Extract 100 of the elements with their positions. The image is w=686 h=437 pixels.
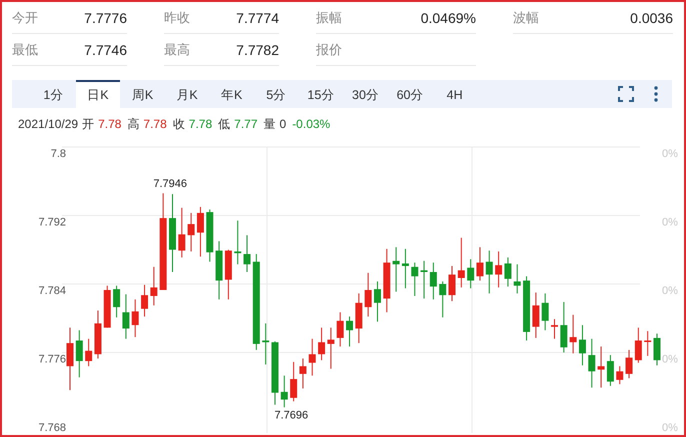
more-icon[interactable] (654, 86, 658, 102)
candle (327, 327, 334, 370)
stat-value: 0.0036 (630, 10, 673, 26)
period-tab[interactable]: 周K (120, 80, 165, 108)
period-tab[interactable]: 1分 (31, 80, 76, 108)
candle (495, 250, 502, 288)
axis-label: 7.784 (38, 285, 66, 297)
period-tab[interactable]: 5分 (254, 80, 299, 108)
candle (76, 330, 83, 378)
candle (570, 314, 577, 354)
candle (355, 292, 362, 344)
candle (644, 330, 652, 356)
candle (290, 361, 298, 402)
candle (514, 264, 521, 294)
candle (411, 262, 418, 296)
candle (532, 292, 540, 338)
period-tab[interactable]: 15分 (298, 80, 344, 108)
period-tab[interactable]: 月K (164, 80, 210, 108)
candle (196, 206, 204, 258)
quote-label: 开 (82, 116, 94, 132)
axis-label: 7.792 (38, 216, 66, 228)
axis-label: 7.776 (38, 354, 66, 366)
candle (336, 312, 344, 347)
price-label: 7.7696 (274, 409, 308, 422)
quote-label: 低 (218, 116, 230, 132)
quote-value: 7.78 (188, 117, 212, 131)
candle (150, 266, 158, 306)
candle (458, 237, 465, 288)
candle (392, 246, 400, 292)
period-tab[interactable]: 日K (76, 80, 120, 108)
candle (132, 298, 139, 338)
candle (588, 338, 596, 388)
candle (234, 220, 242, 265)
candle (439, 280, 446, 318)
candle (476, 246, 484, 282)
candle (104, 285, 111, 328)
candle (606, 354, 614, 386)
candle (634, 327, 642, 364)
candle (578, 324, 586, 366)
candle (141, 284, 148, 318)
stat-value: 0.0469% (420, 10, 476, 26)
quote-label: 量 (264, 116, 276, 132)
period-tab[interactable]: 4H (432, 80, 477, 108)
quote-value: 7.78 (98, 117, 122, 131)
candle (271, 340, 278, 406)
candle (224, 249, 232, 300)
stat-label: 昨收 (164, 9, 190, 27)
candle (598, 346, 605, 388)
candle (66, 327, 74, 391)
candle (364, 272, 372, 318)
candle (523, 276, 530, 342)
stat-label: 振幅 (316, 9, 342, 27)
candle (318, 327, 326, 361)
candle (299, 358, 306, 389)
stat-label: 最高 (164, 41, 190, 59)
candle (486, 250, 493, 294)
period-tab[interactable]: 60分 (388, 80, 432, 108)
quote-value: 7.78 (143, 117, 167, 131)
quote-label: 高 (127, 116, 140, 132)
candle (188, 212, 195, 252)
stat-label: 今开 (12, 9, 38, 27)
candle (122, 294, 130, 340)
candle (626, 349, 633, 379)
stat-value: 7.7782 (236, 42, 279, 58)
candle (504, 256, 512, 288)
date-text: 2021/10/29 (18, 117, 78, 131)
candle (616, 366, 624, 385)
candle (178, 207, 186, 258)
quote-label: 收 (172, 116, 185, 132)
stat-value: 7.7776 (84, 10, 127, 26)
candle (420, 260, 428, 300)
axis-label: 7.8 (50, 148, 66, 160)
stat-label: 最低 (12, 41, 38, 59)
price-label: 7.7946 (153, 178, 187, 190)
candle (244, 234, 251, 273)
quote-value: -0.03% (292, 117, 330, 131)
candle (206, 209, 214, 262)
candle (448, 266, 456, 302)
candle (542, 292, 549, 331)
candle (383, 248, 390, 313)
candle (402, 248, 409, 289)
candle (346, 316, 354, 347)
stat-value: 7.7746 (84, 42, 127, 58)
candle (654, 333, 660, 366)
candle (216, 240, 223, 300)
candle (113, 285, 120, 318)
quote-value: 7.77 (234, 117, 258, 131)
candle (94, 310, 102, 359)
period-tab[interactable]: 年K (209, 80, 254, 108)
stat-label: 波幅 (513, 9, 539, 27)
fullscreen-icon[interactable] (618, 86, 634, 102)
stat-value: 7.7774 (236, 10, 279, 26)
candle (280, 375, 288, 408)
candle (551, 318, 558, 340)
candle (467, 258, 474, 289)
candle (85, 338, 92, 367)
candle (374, 280, 381, 322)
stat-label: 报价 (316, 41, 342, 59)
axis-label: 7.768 (38, 422, 66, 434)
period-tab[interactable]: 30分 (343, 80, 388, 108)
